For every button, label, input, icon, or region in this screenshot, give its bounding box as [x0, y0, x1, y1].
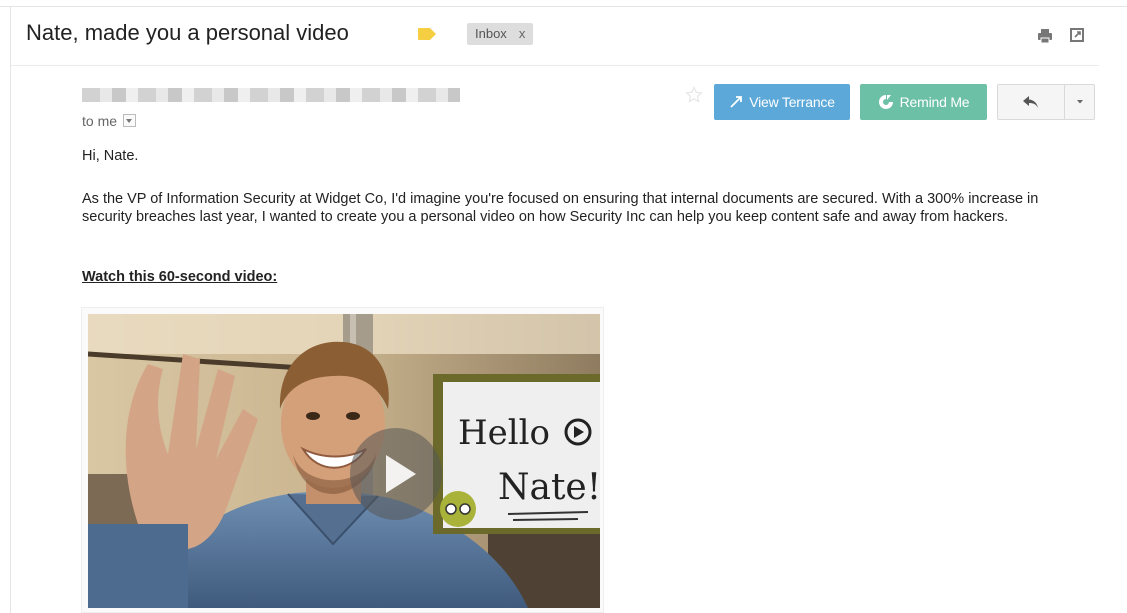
recipient-line: to me — [82, 113, 137, 129]
video-cta-link[interactable]: Watch this 60-second video: — [82, 268, 277, 286]
recipient-text: to me — [82, 113, 118, 129]
remind-icon — [878, 95, 893, 109]
video-sign-line2: Nate! — [498, 467, 600, 508]
reply-button[interactable] — [998, 85, 1064, 119]
play-icon[interactable] — [349, 427, 443, 521]
video-thumbnail-frame: Hello Nate! — [81, 307, 604, 613]
email-subject: Nate, made you a personal video — [26, 20, 349, 45]
inbox-label-chip: Inbox x — [467, 23, 534, 45]
subject-bar: Nate, made you a personal video Inbox x — [11, 7, 1099, 66]
video-thumbnail[interactable]: Hello Nate! — [88, 314, 600, 608]
video-scene: Hello Nate! — [88, 314, 600, 608]
email-paragraph: As the VP of Information Security at Wid… — [82, 191, 1039, 225]
remove-label-button[interactable]: x — [519, 26, 526, 41]
recipient-details-dropdown[interactable] — [123, 114, 137, 127]
label-tag-icon[interactable] — [417, 27, 437, 41]
remind-me-label: Remind Me — [899, 94, 970, 110]
expand-arrow-icon — [730, 96, 743, 108]
reply-button-group — [997, 84, 1095, 120]
more-actions-button[interactable] — [1065, 85, 1094, 119]
star-icon[interactable] — [685, 86, 703, 104]
video-sign-line1: Hello — [458, 413, 550, 453]
sender-name-blurred — [82, 88, 460, 102]
chevron-down-icon — [1076, 100, 1083, 104]
reply-icon — [1023, 96, 1038, 108]
inbox-label-text: Inbox — [475, 26, 507, 41]
email-greeting: Hi, Nate. — [82, 148, 139, 164]
remind-me-button[interactable]: Remind Me — [860, 84, 987, 120]
view-terrance-label: View Terrance — [749, 94, 835, 110]
print-icon[interactable] — [1036, 27, 1054, 45]
frame-left-border — [10, 6, 11, 613]
open-new-window-icon[interactable] — [1069, 27, 1085, 43]
view-terrance-button[interactable]: View Terrance — [714, 84, 850, 120]
